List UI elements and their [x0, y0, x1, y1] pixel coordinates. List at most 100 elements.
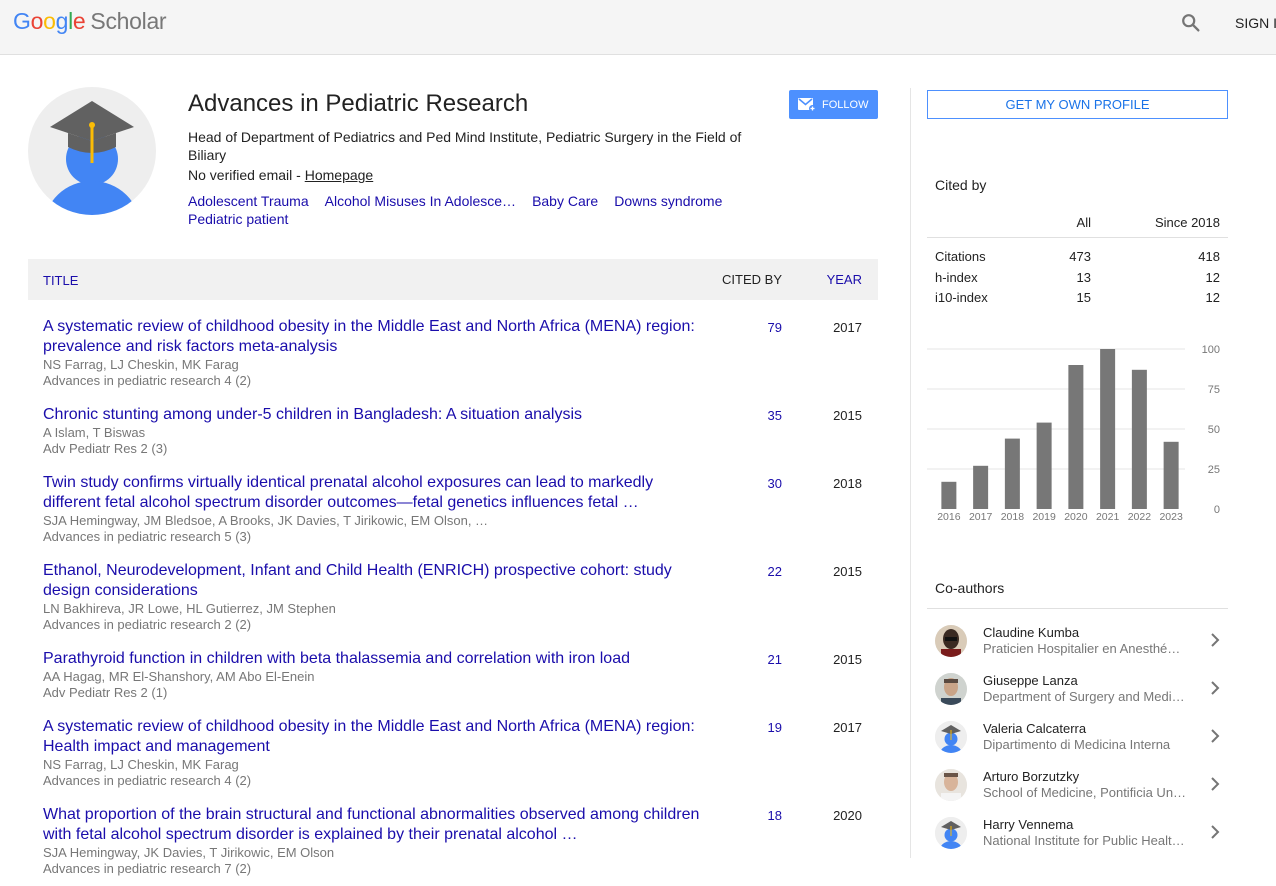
article-authors: LN Bakhireva, JR Lowe, HL Gutierrez, JM …	[43, 601, 336, 616]
article-row: Parathyroid function in children with be…	[28, 642, 878, 710]
chevron-right-icon	[1211, 681, 1220, 695]
article-year: 2018	[833, 476, 862, 491]
coauthor-name: Valeria Calcaterra	[983, 721, 1087, 736]
follow-button[interactable]: FOLLOW	[789, 90, 878, 119]
interest-link[interactable]: Pediatric patient	[188, 211, 288, 227]
citations-per-year-chart: 0 25 50 75 100 2016 2017 2018 2019 2020 2021 2022 20…	[927, 344, 1220, 523]
coauthor-item[interactable]: Valeria Calcaterra Dipartimento di Medic…	[927, 721, 1228, 769]
chart-x-tick-label: 2016	[937, 511, 961, 523]
sign-in-link[interactable]: SIGN IN	[1235, 15, 1276, 31]
email-status: No verified email -	[188, 167, 301, 183]
metric-all: 13	[1076, 269, 1091, 285]
article-row: Twin study confirms virtually identical …	[28, 466, 878, 554]
article-row: Ethanol, Neurodevelopment, Infant and Ch…	[28, 554, 878, 642]
article-cited-by[interactable]: 22	[768, 564, 782, 579]
interest-link[interactable]: Alcohol Misuses In Adolesce…	[325, 193, 516, 209]
chart-x-tick-label: 2018	[1001, 511, 1025, 523]
sort-by-cited[interactable]: CITED BY	[722, 272, 782, 287]
article-authors: NS Farrag, LJ Cheskin, MK Farag	[43, 357, 239, 372]
cited-by-heading: Cited by	[935, 177, 987, 193]
interest-link[interactable]: Downs syndrome	[614, 193, 722, 209]
article-year: 2015	[833, 408, 862, 423]
metric-since: 12	[1205, 290, 1220, 305]
article-cited-by[interactable]: 21	[768, 652, 782, 667]
col-since: Since 2018	[1154, 215, 1220, 230]
get-my-own-profile-button[interactable]: GET MY OWN PROFILE	[927, 90, 1228, 119]
article-authors: A Islam, T Biswas	[43, 425, 146, 440]
coauthor-avatar	[935, 625, 967, 657]
coauthor-avatar	[935, 721, 967, 753]
article-title[interactable]: Twin study confirms virtually identical …	[43, 473, 708, 513]
follow-label: FOLLOW	[822, 98, 869, 111]
article-cited-by[interactable]: 19	[768, 720, 782, 735]
article-title[interactable]: Ethanol, Neurodevelopment, Infant and Ch…	[43, 561, 708, 601]
article-cited-by[interactable]: 35	[768, 408, 782, 423]
chart-y-tick-label: 0	[1214, 504, 1220, 516]
chart-bar-2023[interactable]	[1163, 441, 1179, 509]
coauthor-avatar	[935, 817, 967, 849]
metric-label[interactable]: Citations	[935, 249, 986, 264]
metric-label[interactable]: h-index	[935, 270, 978, 285]
coauthor-item[interactable]: Giuseppe Lanza Department of Surgery and…	[927, 673, 1228, 721]
chart-bar-2018[interactable]	[1004, 438, 1020, 509]
articles-table-header: TITLE CITED BY YEAR	[28, 259, 878, 300]
chart-y-tick-label: 75	[1208, 384, 1220, 396]
chart-bar-2022[interactable]	[1131, 369, 1147, 509]
research-interests: Adolescent Trauma Alcohol Misuses In Adol…	[188, 192, 788, 228]
article-cited-by[interactable]: 18	[768, 808, 782, 823]
chart-x-tick-label: 2017	[969, 511, 993, 523]
chart-bar-2016[interactable]	[941, 481, 957, 509]
chart-x-tick-label: 2023	[1159, 511, 1183, 523]
chevron-right-icon	[1211, 633, 1220, 647]
article-venue: Advances in pediatric research 7 (2)	[43, 861, 252, 876]
chart-bar-2020[interactable]	[1068, 365, 1084, 509]
chevron-right-icon	[1211, 777, 1220, 791]
coauthor-affiliation: School of Medicine, Pontificia Un…	[983, 785, 1187, 800]
metrics-row: Citations 473 418	[927, 246, 1228, 267]
chart-bar-2017[interactable]	[973, 465, 989, 509]
metrics-header-row: All Since 2018	[927, 206, 1228, 238]
article-year: 2017	[833, 720, 862, 735]
col-all: All	[1076, 215, 1091, 230]
article-row: A systematic review of childhood obesity…	[28, 710, 878, 798]
metrics-row: h-index 13 12	[927, 267, 1228, 288]
coauthor-item[interactable]: Arturo Borzutzky School of Medicine, Pon…	[927, 769, 1228, 817]
scholar-wordmark: Scholar	[90, 8, 167, 34]
sort-by-title[interactable]: TITLE	[43, 273, 78, 288]
homepage-link[interactable]: Homepage	[305, 167, 374, 183]
article-cited-by[interactable]: 30	[768, 476, 782, 491]
coauthor-affiliation: Department of Surgery and Medi…	[983, 689, 1185, 704]
chart-bar-2021[interactable]	[1100, 349, 1116, 509]
chart-bar-2019[interactable]	[1036, 422, 1052, 509]
article-title[interactable]: Parathyroid function in children with be…	[43, 649, 708, 669]
sidebar-divider	[910, 88, 911, 858]
search-icon[interactable]	[1180, 12, 1202, 34]
interest-link[interactable]: Baby Care	[532, 193, 598, 209]
coauthor-item[interactable]: Harry Vennema National Institute for Pub…	[927, 817, 1228, 865]
coauthor-affiliation: National Institute for Public Healt…	[983, 833, 1185, 848]
coauthor-avatar	[935, 673, 967, 705]
google-scholar-logo[interactable]: Google Scholar	[13, 8, 167, 35]
article-title[interactable]: A systematic review of childhood obesity…	[43, 717, 708, 757]
article-cited-by[interactable]: 79	[768, 320, 782, 335]
coauthor-name: Arturo Borzutzky	[983, 769, 1080, 784]
sort-by-year[interactable]: YEAR	[827, 272, 862, 287]
article-title[interactable]: A systematic review of childhood obesity…	[43, 317, 708, 357]
article-venue: Advances in pediatric research 5 (3)	[43, 529, 252, 544]
citation-metrics-table: All Since 2018 Citations 473 418 h-index…	[927, 206, 1228, 308]
chevron-right-icon	[1211, 825, 1220, 839]
article-row: Chronic stunting among under-5 children …	[28, 398, 878, 466]
article-authors: AA Hagag, MR El-Shanshory, AM Abo El-Ene…	[43, 669, 315, 684]
coauthor-avatar	[935, 769, 967, 801]
coauthor-name: Harry Vennema	[983, 817, 1074, 832]
metric-all: 15	[1076, 290, 1091, 305]
interest-link[interactable]: Adolescent Trauma	[188, 193, 309, 209]
article-row: A systematic review of childhood obesity…	[28, 310, 878, 398]
coauthor-item[interactable]: Claudine Kumba Praticien Hospitalier en …	[927, 625, 1228, 673]
article-venue: Advances in pediatric research 2 (2)	[43, 617, 252, 632]
article-title[interactable]: What proportion of the brain structural …	[43, 805, 708, 845]
article-venue: Adv Pediatr Res 2 (1)	[43, 685, 168, 700]
chart-y-tick-label: 100	[1202, 344, 1220, 356]
article-title[interactable]: Chronic stunting among under-5 children …	[43, 405, 708, 425]
metric-label[interactable]: i10-index	[935, 290, 988, 305]
